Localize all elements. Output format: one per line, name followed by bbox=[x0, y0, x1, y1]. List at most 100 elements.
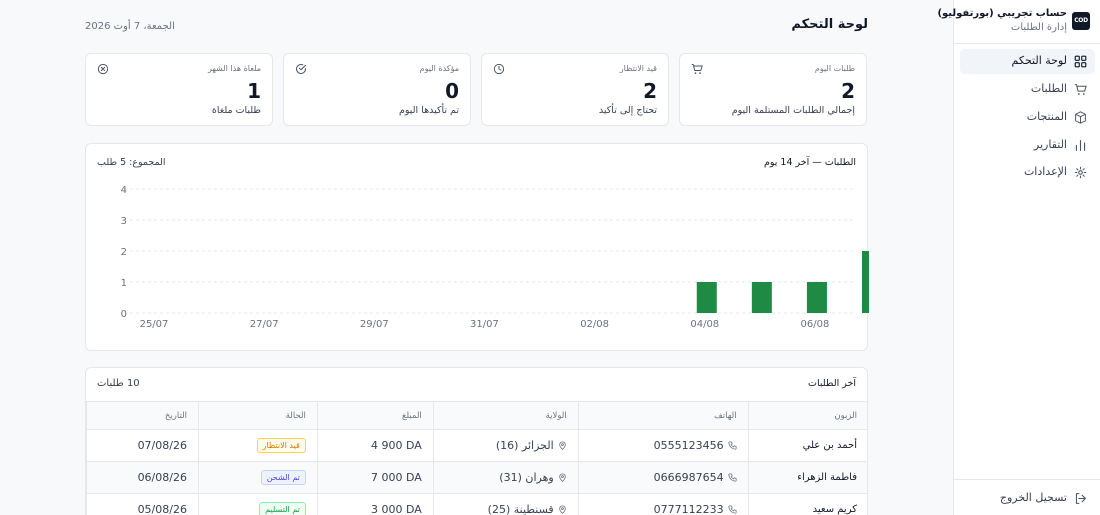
cell-date: 05/08/26 bbox=[86, 493, 199, 515]
stat-card-confirmed: مؤكدة اليوم 0 تم تأكيدها اليوم bbox=[283, 53, 471, 126]
table-row[interactable]: كريم سعيد 0777112233 قسنطينة (25) 3 000 DA ت… bbox=[86, 493, 867, 515]
dashboard-icon bbox=[1074, 55, 1087, 68]
column-header-date[interactable]: التاريخ bbox=[86, 401, 199, 430]
stat-card-pending: قيد الانتظار 2 تحتاج إلى تأكيد bbox=[481, 53, 669, 126]
cell-customer: أحمد بن علي bbox=[747, 429, 867, 462]
customer-name: أحمد بن علي bbox=[802, 440, 857, 451]
cell-phone: 0777112233 bbox=[577, 493, 749, 515]
table-header-row: الزبون الهاتف الولاية المبلغ الحالة التا… bbox=[86, 401, 867, 430]
column-header-wilaya[interactable]: الولاية bbox=[432, 401, 579, 430]
stat-sub: إجمالي الطلبات المستلمة اليوم bbox=[731, 105, 855, 116]
stat-card-today-orders: طلبات اليوم 2 إجمالي الطلبات المستلمة ال… bbox=[679, 53, 867, 126]
sidebar-item-reports[interactable]: التقارير bbox=[960, 133, 1095, 158]
location-pin-icon bbox=[558, 505, 566, 514]
stat-value: 2 bbox=[643, 79, 657, 103]
logout-icon bbox=[1075, 493, 1086, 504]
x-tick-label: 27/07 bbox=[250, 319, 279, 330]
sidebar: COD حساب تجريبي (بورتفوليو) إدارة الطلبا… bbox=[937, 0, 1100, 515]
gear-icon bbox=[1074, 166, 1087, 179]
cell-status: تم التسليم bbox=[197, 493, 318, 515]
sidebar-item-settings[interactable]: الإعدادات bbox=[960, 160, 1095, 185]
x-tick-label: 25/07 bbox=[140, 319, 169, 330]
order-date: 06/08/26 bbox=[137, 471, 187, 484]
brand: COD حساب تجريبي (بورتفوليو) إدارة الطلبا… bbox=[937, 0, 1100, 44]
orders-count: 10 طلبات bbox=[97, 378, 140, 389]
status-badge: قيد الانتظار bbox=[256, 438, 306, 453]
cell-customer: كريم سعيد bbox=[747, 493, 867, 515]
amount-value: 4 900 DA bbox=[371, 439, 422, 452]
stat-value: 1 bbox=[247, 79, 261, 103]
clock-icon bbox=[493, 63, 505, 75]
orders-table: الزبون الهاتف الولاية المبلغ الحالة التا… bbox=[86, 401, 867, 515]
wilaya-name: قسنطينة (25) bbox=[487, 503, 554, 515]
x-tick-label: 04/08 bbox=[690, 319, 719, 330]
column-header-phone[interactable]: الهاتف bbox=[577, 401, 749, 430]
cell-wilaya: وهران (31) bbox=[432, 461, 579, 494]
x-circle-icon bbox=[97, 63, 109, 75]
brand-title: حساب تجريبي (بورتفوليو) bbox=[937, 8, 1067, 19]
page-date: الجمعة، 7 أوت 2026 bbox=[85, 21, 175, 32]
brand-logo: COD bbox=[1072, 12, 1090, 30]
x-tick-label: 02/08 bbox=[580, 319, 609, 330]
status-badge: تم التسليم bbox=[259, 502, 306, 515]
sidebar-item-products[interactable]: المنتجات bbox=[960, 105, 1095, 130]
column-header-status[interactable]: الحالة bbox=[197, 401, 318, 430]
cell-phone: 0666987654 bbox=[577, 461, 749, 494]
brand-subtitle: إدارة الطلبات bbox=[1010, 22, 1067, 33]
phone-icon bbox=[728, 505, 737, 514]
column-header-amount[interactable]: المبلغ bbox=[316, 401, 434, 430]
sidebar-item-label: المنتجات bbox=[1026, 110, 1067, 123]
y-tick-label: 3 bbox=[121, 216, 127, 227]
column-header-customer[interactable]: الزبون bbox=[747, 401, 867, 430]
x-tick-label: 29/07 bbox=[360, 319, 389, 330]
orders-chart-card: الطلبات — آخر 14 يوم المجموع: 5 طلب 0123… bbox=[85, 143, 869, 351]
cart-icon bbox=[691, 64, 703, 74]
x-tick-label: 06/08 bbox=[801, 319, 830, 330]
amount-value: 7 000 DA bbox=[371, 471, 422, 484]
y-tick-label: 2 bbox=[121, 247, 127, 258]
stat-value: 0 bbox=[445, 79, 459, 103]
stat-card-cancelled: ملغاة هذا الشهر 1 طلبات ملغاة bbox=[85, 53, 273, 126]
cell-date: 06/08/26 bbox=[86, 461, 199, 494]
logout-button[interactable]: تسجيل الخروج bbox=[954, 479, 1100, 515]
cell-date: 07/08/26 bbox=[86, 429, 199, 462]
phone-number: 0555123456 bbox=[653, 439, 724, 452]
sidebar-item-label: الطلبات bbox=[1030, 82, 1067, 95]
check-circle-icon bbox=[296, 64, 306, 74]
chart-bar[interactable] bbox=[806, 282, 827, 313]
chart-bar[interactable] bbox=[696, 282, 717, 313]
sidebar-item-orders[interactable]: الطلبات bbox=[960, 77, 1095, 102]
table-row[interactable]: فاطمة الزهراء 0666987654 وهران (31) 7 000 D… bbox=[86, 461, 867, 494]
cell-amount: 7 000 DA bbox=[316, 461, 434, 494]
stat-sub: تم تأكيدها اليوم bbox=[398, 105, 459, 116]
sidebar-item-dashboard[interactable]: لوحة التحكم bbox=[960, 49, 1095, 74]
y-tick-label: 0 bbox=[121, 309, 127, 320]
phone-number: 0777112233 bbox=[653, 503, 724, 515]
chart-bar[interactable] bbox=[751, 282, 772, 313]
sidebar-item-label: الإعدادات bbox=[1023, 165, 1067, 178]
x-tick-label: 31/07 bbox=[470, 319, 499, 330]
chart-bar[interactable] bbox=[862, 251, 869, 313]
bar-chart-icon bbox=[1075, 140, 1086, 151]
customer-name: كريم سعيد bbox=[812, 504, 857, 515]
wilaya-name: وهران (31) bbox=[499, 471, 554, 484]
wilaya-name: الجزائر (16) bbox=[495, 439, 554, 452]
status-badge: تم الشحن bbox=[260, 470, 306, 485]
cell-wilaya: الجزائر (16) bbox=[432, 429, 579, 462]
sidebar-item-label: لوحة التحكم bbox=[1011, 54, 1067, 67]
stat-label: ملغاة هذا الشهر bbox=[207, 64, 261, 73]
cell-phone: 0555123456 bbox=[577, 429, 749, 462]
cart-icon bbox=[1074, 84, 1087, 95]
sidebar-item-label: التقارير bbox=[1033, 138, 1067, 151]
customer-name: فاطمة الزهراء bbox=[797, 472, 857, 483]
table-row[interactable]: أحمد بن علي 0555123456 الجزائر (16) 4 900 D… bbox=[86, 429, 867, 462]
logout-label: تسجيل الخروج bbox=[999, 491, 1067, 504]
y-tick-label: 1 bbox=[121, 278, 127, 289]
order-date: 07/08/26 bbox=[137, 439, 187, 452]
recent-orders-card: آخر الطلبات 10 طلبات الزبون الهاتف الولا… bbox=[85, 367, 868, 515]
y-tick-label: 4 bbox=[121, 185, 127, 196]
package-icon bbox=[1075, 111, 1086, 124]
stat-value: 2 bbox=[841, 79, 855, 103]
cell-status: تم الشحن bbox=[197, 461, 318, 494]
phone-icon bbox=[728, 473, 737, 482]
